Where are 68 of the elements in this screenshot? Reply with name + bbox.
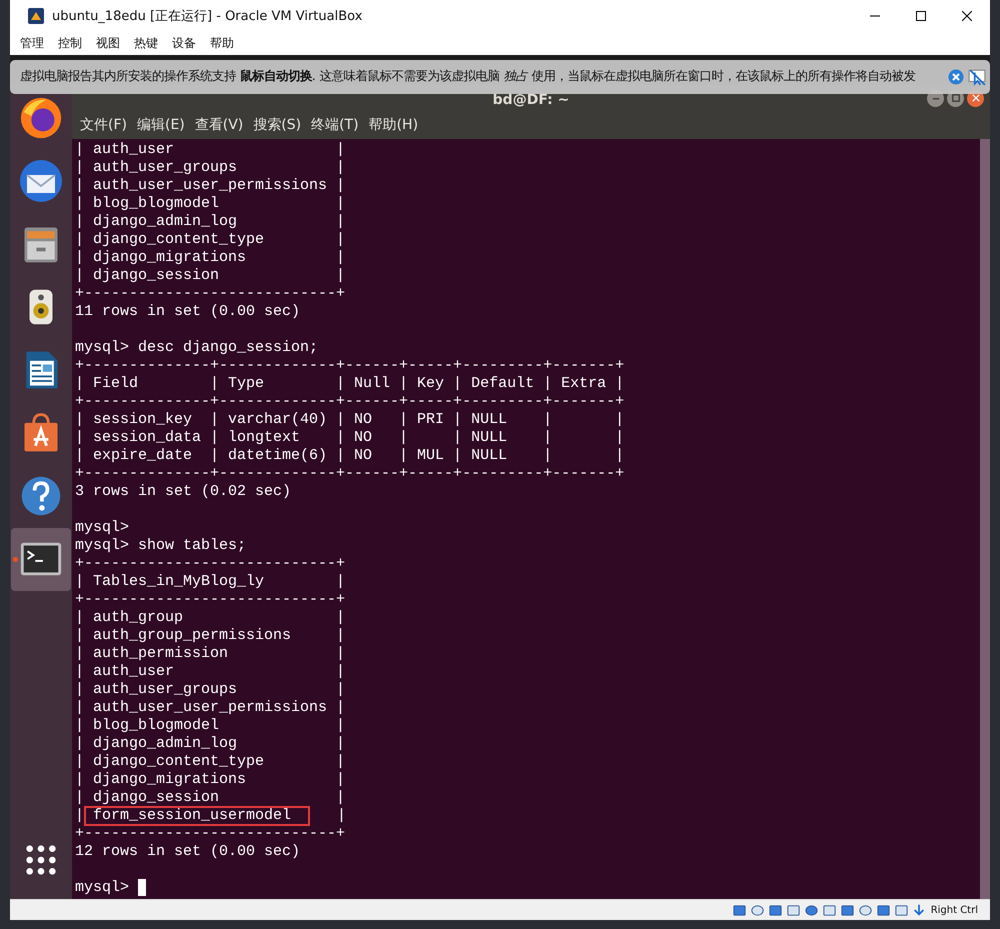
notification-text: 虚拟电脑报告其内所安装的操作系统支持 鼠标自动切换. 这意味着鼠标不需要为该虚拟电脑 独占 使用，当鼠标在虚拟电脑所在窗口时，在该鼠标上的所有操作将自动被发 [20,68,917,86]
table-border-text: | [75,806,84,825]
terminal-line: | django_content_type | [75,230,346,248]
highlighted-text: form_session_usermodel [84,806,310,826]
maximize-icon [916,11,926,21]
terminal-line: +--------------+-------------+------+-----+---------+-------+ [75,464,624,482]
terminal-line: | django_admin_log | [75,212,346,230]
terminal-line: +----------------------------+ [75,554,346,572]
close-icon [962,11,972,21]
dock-item[interactable] [11,528,71,591]
terminal-line: | django_migrations | [75,770,346,788]
terminal-line: | auth_group | [75,608,346,626]
terminal-line: | auth_user_groups | [75,680,346,698]
menu-item[interactable]: 帮助(H) [364,114,424,136]
menu-item[interactable]: 设备 [166,32,202,54]
window-title: ubuntu_18edu [正在运行] - Oracle VM VirtualBox [52,8,362,25]
terminal-line: | session_key | varchar(40) | NO | PRI | NULL | | [75,410,624,428]
menu-item[interactable]: 查看(V) [190,114,248,136]
terminal-line: +----------------------------+ [75,590,346,608]
app-grid-icon [24,842,58,877]
terminal-line: +----------------------------+ [75,824,346,842]
menu-item[interactable]: 编辑(E) [132,114,190,136]
terminal-line: mysql> desc django_session; [75,338,318,356]
terminal-line: | auth_user | [75,140,346,158]
terminal-title: bd@DF: ~ [492,92,570,108]
terminal-line: | Field | Type | Null | Key | Default | Extra | [75,374,624,392]
terminal-line: 3 rows in set (0.02 sec) [75,482,292,500]
terminal-line: | django_session | [75,266,346,284]
terminal-line: | django_migrations | [75,248,346,266]
terminal-prompt: mysql> [75,878,130,896]
terminal-line: +--------------+-------------+------+-----+---------+-------+ [75,392,624,410]
terminal-line: | django_content_type | [75,752,346,770]
menu-item[interactable]: 视图 [90,32,126,54]
host-key-label: Right Ctrl [930,904,978,916]
down-arrow-icon [912,903,926,917]
terminal-line: +----------------------------+ [75,284,346,302]
menu-item[interactable]: 控制 [52,32,88,54]
terminal-line: 12 rows in set (0.00 sec) [75,842,300,860]
terminal-line: | auth_user_user_permissions | [75,176,346,194]
terminal-line: | auth_user_groups | [75,158,346,176]
terminal-line: | blog_blogmodel | [75,716,346,734]
terminal-line: | auth_user_user_permissions | [75,698,346,716]
terminal-line: | expire_date | datetime(6) | NO | MUL | NULL | | [75,446,624,464]
terminal-line: +--------------+-------------+------+-----+---------+-------+ [75,356,624,374]
menu-item[interactable]: 文件(F) [75,114,132,136]
terminal-line: | auth_group_permissions | [75,626,346,644]
terminal-line: mysql> show tables; [75,536,246,554]
terminal-line: | blog_blogmodel | [75,194,346,212]
menu-item[interactable]: 帮助 [204,32,240,54]
terminal-line: | auth_permission | [75,644,346,662]
text-cursor [138,878,146,896]
table-border-text: | [337,806,346,825]
maximize-icon [952,94,960,102]
terminal-line: | django_admin_log | [75,734,346,752]
terminal-line: mysql> [75,518,130,536]
terminal-line: | session_data | longtext | NO | | NULL | | [75,428,624,446]
terminal-line: | django_session | [75,788,346,806]
mouse-pointer-icon[interactable] [968,68,986,86]
scrollbar[interactable] [980,138,990,900]
menu-item[interactable]: 终端(T) [306,114,364,136]
close-icon [972,94,980,102]
menu-item[interactable]: 热键 [128,32,164,54]
menu-item[interactable]: 搜索(S) [248,114,306,136]
terminal-line: | Tables_in_MyBlog_ly | [75,572,346,590]
terminal-line: | auth_user | [75,662,346,680]
terminal-line: 11 rows in set (0.00 sec) [75,302,300,320]
menu-item[interactable]: 管理 [14,32,50,54]
app-logo-icon [28,8,44,24]
